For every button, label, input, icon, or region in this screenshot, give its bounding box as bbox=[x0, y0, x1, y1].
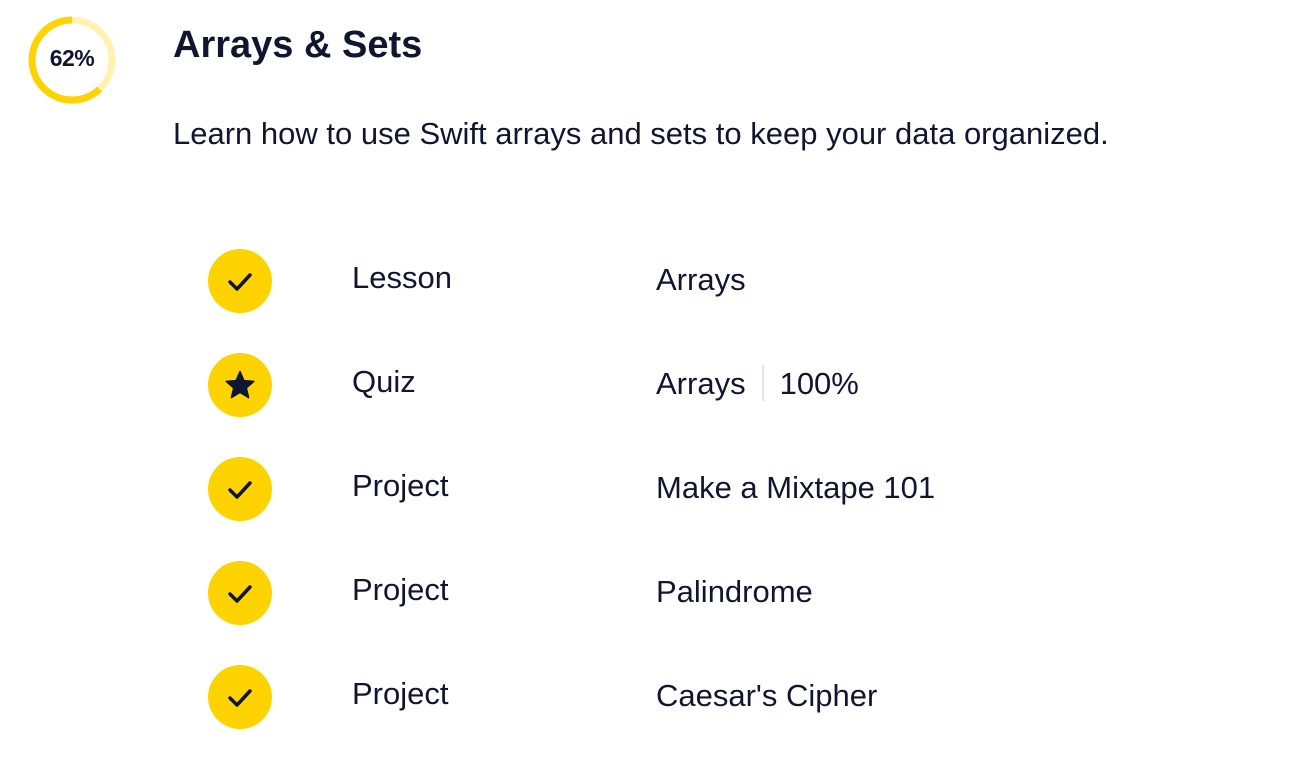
module-progress-ring: 62% bbox=[26, 14, 118, 106]
module-title: Arrays & Sets bbox=[173, 24, 423, 66]
content-row-quiz-arrays[interactable]: Quiz Arrays 100% bbox=[0, 330, 1308, 434]
content-name-link[interactable]: Caesar's Cipher bbox=[656, 676, 877, 716]
progress-percent-label: 62% bbox=[49, 45, 95, 71]
quiz-score: 100% bbox=[779, 366, 859, 401]
checkmark-icon bbox=[228, 273, 252, 291]
checkmark-icon bbox=[228, 585, 252, 603]
content-type-label: Project bbox=[352, 676, 449, 711]
quiz-star-badge bbox=[208, 353, 272, 417]
content-name-link[interactable]: Arrays bbox=[656, 260, 746, 300]
content-type-label: Project bbox=[352, 572, 449, 607]
content-row-project-mixtape[interactable]: Project Make a Mixtape 101 bbox=[0, 434, 1308, 538]
checkmark-icon bbox=[228, 481, 252, 499]
content-name-link[interactable]: Arrays 100% bbox=[656, 364, 859, 404]
completed-badge bbox=[208, 665, 272, 729]
completed-badge bbox=[208, 249, 272, 313]
content-row-project-caesars-cipher[interactable]: Project Caesar's Cipher bbox=[0, 642, 1308, 746]
content-type-label: Quiz bbox=[352, 364, 416, 399]
module-content-list: Lesson Arrays Quiz Arrays 100% Project Ma… bbox=[0, 226, 1308, 746]
content-name-link[interactable]: Palindrome bbox=[656, 572, 813, 612]
checkmark-icon bbox=[228, 689, 252, 707]
star-icon bbox=[225, 370, 255, 399]
content-type-label: Lesson bbox=[352, 260, 452, 295]
content-row-lesson-arrays[interactable]: Lesson Arrays bbox=[0, 226, 1308, 330]
quiz-name: Arrays bbox=[656, 366, 746, 401]
module-description: Learn how to use Swift arrays and sets t… bbox=[173, 116, 1109, 151]
content-row-project-palindrome[interactable]: Project Palindrome bbox=[0, 538, 1308, 642]
content-name-link[interactable]: Make a Mixtape 101 bbox=[656, 468, 935, 508]
content-type-label: Project bbox=[352, 468, 449, 503]
completed-badge bbox=[208, 561, 272, 625]
completed-badge bbox=[208, 457, 272, 521]
score-divider bbox=[761, 364, 764, 401]
